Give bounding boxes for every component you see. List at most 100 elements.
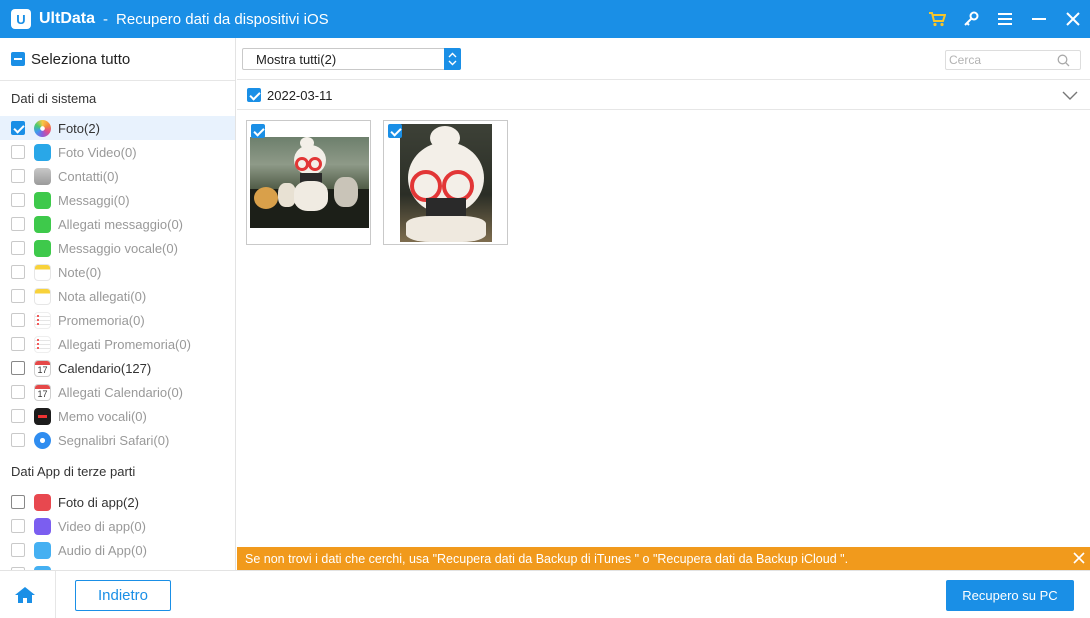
calendar-icon: 17 — [34, 383, 51, 401]
safari-icon — [34, 431, 51, 449]
divider — [55, 571, 56, 618]
category-item-photo-video[interactable]: Foto Video(0) — [0, 140, 235, 164]
category-item-app-audio[interactable]: Audio di App(0) — [0, 538, 235, 562]
checkbox[interactable] — [11, 385, 25, 399]
category-label: Video di app(0) — [58, 518, 146, 534]
photo-checkbox[interactable] — [388, 124, 402, 138]
app-video-icon — [34, 517, 51, 535]
category-item-app-photos[interactable]: Foto di app(2) — [0, 490, 235, 514]
checkbox[interactable] — [11, 337, 25, 351]
messages-icon — [34, 215, 51, 233]
category-label: Foto(2) — [58, 120, 100, 136]
video-icon — [34, 143, 51, 161]
category-item-calendar-attachments[interactable]: 17 Allegati Calendario(0) — [0, 380, 235, 404]
voicemail-icon — [34, 239, 51, 257]
photo-checkbox[interactable] — [251, 124, 265, 138]
search-input[interactable] — [946, 51, 1056, 69]
category-label: Note(0) — [58, 264, 102, 280]
calendar-icon: 17 — [34, 359, 51, 377]
system-section-title: Dati di sistema — [11, 91, 97, 106]
hint-banner-text: Se non trovi i dati che cerchi, usa "Rec… — [245, 551, 849, 566]
minimize-icon[interactable] — [1022, 0, 1056, 38]
photo-thumbnail[interactable] — [246, 120, 371, 245]
category-item-notes[interactable]: Note(0) — [0, 260, 235, 284]
checkbox[interactable] — [11, 241, 25, 255]
category-label: Allegati Calendario(0) — [58, 384, 184, 400]
checkbox[interactable] — [11, 265, 25, 279]
footer-bar: Indietro Recupero su PC — [0, 570, 1090, 618]
cart-icon[interactable] — [920, 0, 954, 38]
app-audio-icon — [34, 541, 51, 559]
app-name: UltData — [39, 10, 96, 27]
checkbox[interactable] — [11, 361, 25, 375]
category-item-message-attachments[interactable]: Allegati messaggio(0) — [0, 212, 235, 236]
contacts-icon — [34, 167, 51, 185]
updown-arrow-icon[interactable] — [444, 48, 461, 70]
messages-icon — [34, 191, 51, 209]
close-icon[interactable] — [1070, 549, 1088, 567]
key-icon[interactable] — [954, 0, 988, 38]
filter-dropdown-value: Mostra tutti(2) — [256, 52, 337, 67]
category-label: Promemoria(0) — [58, 312, 145, 328]
category-item-partial[interactable] — [0, 562, 235, 570]
checkbox[interactable] — [11, 543, 25, 557]
select-all-checkbox[interactable] — [11, 52, 25, 66]
category-item-reminder-attachments[interactable]: Allegati Promemoria(0) — [0, 332, 235, 356]
category-item-safari-bookmarks[interactable]: Segnalibri Safari(0) — [0, 428, 235, 452]
content-toolbar: Mostra tutti(2) — [237, 38, 1090, 80]
checkbox[interactable] — [11, 217, 25, 231]
notes-icon — [34, 263, 51, 281]
back-button[interactable]: Indietro — [75, 580, 171, 611]
title-separator: - — [103, 10, 109, 28]
checkbox[interactable] — [11, 289, 25, 303]
category-label: Memo vocali(0) — [58, 408, 147, 424]
photos-icon — [34, 119, 51, 137]
category-item-photos[interactable]: Foto(2) — [0, 116, 235, 140]
category-item-voice-memos[interactable]: Memo vocali(0) — [0, 404, 235, 428]
checkbox[interactable] — [11, 313, 25, 327]
checkbox[interactable] — [11, 495, 25, 509]
date-group-checkbox[interactable] — [247, 88, 261, 102]
checkbox[interactable] — [11, 145, 25, 159]
category-label: Foto di app(2) — [58, 494, 139, 510]
category-label: Contatti(0) — [58, 168, 119, 184]
category-label: Allegati Promemoria(0) — [58, 336, 191, 352]
category-item-messages[interactable]: Messaggi(0) — [0, 188, 235, 212]
category-label: Nota allegati(0) — [58, 288, 147, 304]
checkbox[interactable] — [11, 121, 25, 135]
voice-memo-icon — [34, 407, 51, 425]
filter-dropdown[interactable]: Mostra tutti(2) — [242, 48, 461, 70]
category-item-calendar[interactable]: 17 Calendario(127) — [0, 356, 235, 380]
checkbox[interactable] — [11, 519, 25, 533]
category-label: Calendario(127) — [58, 360, 152, 376]
photo-image — [250, 137, 369, 228]
menu-icon[interactable] — [988, 0, 1022, 38]
search-box[interactable] — [945, 50, 1081, 70]
photo-image — [400, 124, 492, 242]
chevron-down-icon[interactable] — [1062, 88, 1078, 106]
category-label: Allegati messaggio(0) — [58, 216, 184, 232]
category-label: Foto Video(0) — [58, 144, 137, 160]
window-title: Recupero dati da dispositivi iOS — [116, 10, 329, 28]
date-group-header: 2022-03-11 — [237, 81, 1090, 110]
select-all-row[interactable]: Seleziona tutto — [0, 38, 235, 81]
close-icon[interactable] — [1056, 0, 1090, 38]
category-label: Segnalibri Safari(0) — [58, 432, 170, 448]
category-item-reminders[interactable]: Promemoria(0) — [0, 308, 235, 332]
category-item-voicemail[interactable]: Messaggio vocale(0) — [0, 236, 235, 260]
photo-thumbnail[interactable] — [383, 120, 508, 245]
checkbox[interactable] — [11, 433, 25, 447]
checkbox[interactable] — [11, 193, 25, 207]
category-item-app-video[interactable]: Video di app(0) — [0, 514, 235, 538]
hint-banner: Se non trovi i dati che cerchi, usa "Rec… — [237, 547, 1090, 570]
notes-icon — [34, 287, 51, 305]
category-label: Audio di App(0) — [58, 542, 147, 558]
search-icon[interactable] — [1057, 54, 1070, 72]
checkbox[interactable] — [11, 169, 25, 183]
recover-to-pc-button[interactable]: Recupero su PC — [946, 580, 1074, 611]
home-icon[interactable] — [14, 586, 36, 609]
date-group-label: 2022-03-11 — [267, 87, 333, 103]
category-item-note-attachments[interactable]: Nota allegati(0) — [0, 284, 235, 308]
category-item-contacts[interactable]: Contatti(0) — [0, 164, 235, 188]
checkbox[interactable] — [11, 409, 25, 423]
